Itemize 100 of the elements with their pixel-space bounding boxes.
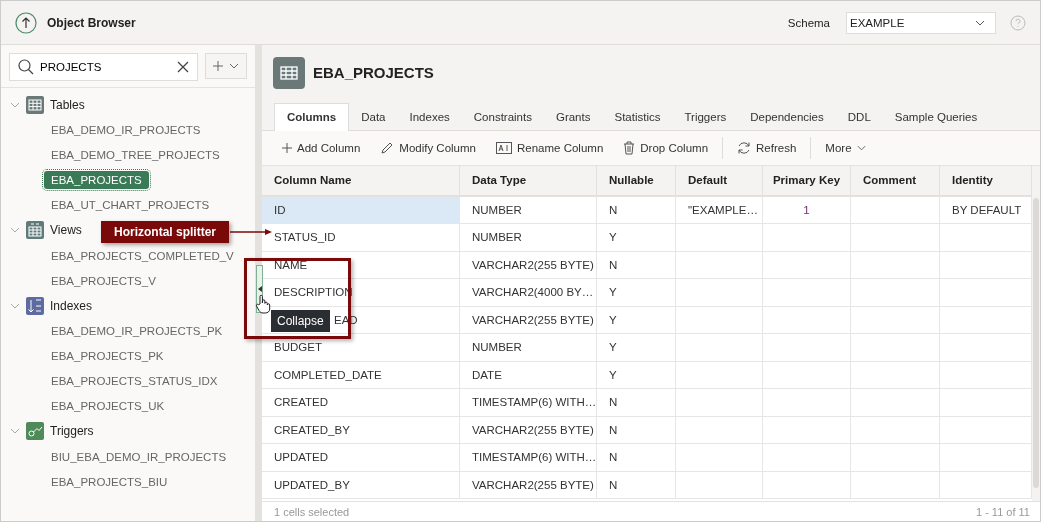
table-cell-text: VARCHAR2(4000 BY… bbox=[472, 285, 594, 301]
tree-item[interactable]: EBA_PROJECTS_BIU bbox=[44, 472, 175, 491]
chevron-down-icon bbox=[975, 19, 985, 26]
table-cell-text: "EXAMPLE… bbox=[688, 202, 758, 218]
table-icon bbox=[26, 95, 44, 114]
column-header[interactable]: Default bbox=[676, 165, 763, 195]
tree-item[interactable]: EBA_PROJECTS_UK bbox=[44, 397, 172, 415]
tree-item[interactable]: EBA_PROJECTS_PK bbox=[44, 347, 171, 365]
page-title: Object Browser bbox=[47, 15, 136, 30]
table-cell: ID bbox=[262, 196, 459, 223]
table-cell-text: Y bbox=[609, 230, 617, 246]
plus-icon bbox=[282, 142, 292, 153]
plus-icon bbox=[213, 61, 223, 71]
sort-icon bbox=[26, 296, 44, 315]
table-cell-text: NUMBER bbox=[472, 340, 522, 356]
search-field[interactable]: PROJECTS bbox=[9, 53, 198, 81]
tree-item[interactable]: EBA_DEMO_IR_PROJECTS_PK bbox=[44, 322, 230, 340]
chevron-down-icon bbox=[856, 144, 866, 151]
tree-item[interactable]: EBA_PROJECTS_V bbox=[44, 271, 163, 290]
table-cell-text: 1 bbox=[803, 202, 810, 218]
schema-label: Schema bbox=[787, 16, 830, 29]
table-cell-text: UPDATED bbox=[274, 450, 329, 466]
callout-label: Horizontal splitter bbox=[101, 221, 229, 243]
object-title: EBA_PROJECTS bbox=[313, 64, 434, 82]
pencil-icon bbox=[380, 140, 395, 155]
table-cell-text: TIMESTAMP(6) WITH… bbox=[472, 395, 597, 411]
tree-item[interactable]: EBA_PROJECTS bbox=[44, 171, 149, 189]
table-cell-text: Y bbox=[609, 340, 617, 356]
table-cell-text: UPDATED_BY bbox=[274, 477, 350, 493]
pagination-range: 1 - 11 of 11 bbox=[975, 505, 1030, 518]
column-header[interactable]: Comment bbox=[851, 165, 940, 195]
tab[interactable]: Data bbox=[349, 103, 398, 130]
table-cell-text: Y bbox=[609, 367, 617, 383]
tab[interactable]: Grants bbox=[543, 103, 603, 130]
table-cell-text: Y bbox=[609, 285, 617, 301]
selection-count: 1 cells selected bbox=[274, 505, 350, 518]
refresh-icon bbox=[737, 140, 752, 155]
table-cell-text: BUDGET bbox=[274, 340, 322, 356]
table-cell-text: N bbox=[609, 450, 618, 466]
table-cell-text: BY DEFAULT bbox=[952, 202, 1022, 218]
table-cell-text: DATE bbox=[472, 367, 502, 383]
toolbar-button[interactable]: Add Column bbox=[282, 141, 361, 154]
chevron-down-icon bbox=[229, 63, 239, 69]
close-icon[interactable] bbox=[177, 61, 189, 73]
table-cell-text: CREATED bbox=[274, 395, 329, 411]
toolbar-button[interactable]: Rename Column bbox=[496, 141, 604, 154]
table-cell-text: TIMESTAMP(6) WITH… bbox=[472, 450, 597, 466]
tree-item[interactable]: EBA_UT_CHART_PROJECTS bbox=[44, 196, 217, 214]
column-header[interactable]: Column Name bbox=[262, 165, 460, 195]
tab[interactable]: Constraints bbox=[461, 103, 544, 130]
toolbar-button[interactable]: Refresh bbox=[737, 140, 797, 155]
table-cell-text: CREATED_BY bbox=[274, 422, 350, 438]
search-input[interactable]: PROJECTS bbox=[40, 61, 171, 73]
text-field-icon bbox=[496, 141, 512, 154]
table-cell-text: N bbox=[609, 422, 618, 438]
table-cell-text: N bbox=[609, 477, 618, 493]
trash-icon bbox=[623, 140, 636, 155]
tree-group-label[interactable]: Triggers bbox=[50, 424, 94, 439]
table-cell-text: N bbox=[609, 395, 618, 411]
tree-item[interactable]: BIU_EBA_DEMO_IR_PROJECTS bbox=[44, 447, 234, 466]
table-cell-text: NUMBER bbox=[472, 230, 522, 246]
table-cell-text: NUMBER bbox=[472, 202, 522, 218]
column-header[interactable]: Data Type bbox=[460, 165, 597, 195]
add-menu-button[interactable] bbox=[205, 53, 247, 79]
tree-item[interactable]: EBA_DEMO_TREE_PROJECTS bbox=[44, 146, 227, 164]
table-cell-text: VARCHAR2(255 BYTE) bbox=[472, 257, 594, 273]
toolbar-button[interactable]: More bbox=[825, 141, 866, 154]
toolbar-button[interactable]: Drop Column bbox=[623, 140, 709, 155]
table-cell-text: COMPLETED_DATE bbox=[274, 367, 382, 383]
tab[interactable]: Statistics bbox=[602, 103, 673, 130]
tab[interactable]: Triggers bbox=[672, 103, 739, 130]
tree-item[interactable]: EBA_PROJECTS_COMPLETED_V bbox=[44, 246, 241, 265]
column-header[interactable]: Identity bbox=[940, 165, 1032, 195]
table-icon bbox=[273, 56, 305, 89]
table-cell-text: STATUS_ID bbox=[274, 230, 336, 246]
table-cell-text: VARCHAR2(255 BYTE) bbox=[472, 422, 594, 438]
tree-group-label[interactable]: Indexes bbox=[50, 298, 93, 313]
search-icon bbox=[18, 59, 34, 75]
column-header[interactable]: Nullable bbox=[597, 165, 676, 195]
tab[interactable]: Indexes bbox=[397, 103, 462, 130]
tab[interactable]: Sample Queries bbox=[882, 103, 990, 130]
table-cell-text: N bbox=[609, 257, 618, 273]
grid-icon bbox=[26, 221, 44, 240]
tree-item[interactable]: EBA_PROJECTS_STATUS_IDX bbox=[44, 372, 225, 390]
tab[interactable]: Columns bbox=[274, 102, 350, 131]
arrow bbox=[230, 228, 272, 236]
tab[interactable]: Dependencies bbox=[738, 103, 836, 130]
toolbar-button[interactable]: Modify Column bbox=[380, 140, 476, 155]
link-icon bbox=[26, 422, 44, 441]
table-cell-text: NAME bbox=[274, 257, 308, 273]
schema-select[interactable]: EXAMPLE bbox=[846, 11, 996, 34]
tree-group-label[interactable]: Tables bbox=[50, 97, 85, 112]
tab[interactable]: DDL bbox=[835, 103, 883, 130]
tree-group-label[interactable]: Views bbox=[50, 223, 82, 238]
column-header[interactable]: Primary Key bbox=[763, 165, 851, 195]
tooltip: Collapse bbox=[271, 310, 330, 332]
tree-item[interactable]: EBA_DEMO_IR_PROJECTS bbox=[44, 121, 208, 139]
table-cell-text: VARCHAR2(255 BYTE) bbox=[472, 312, 594, 328]
help-icon[interactable] bbox=[1010, 14, 1026, 31]
table-cell-text: Y bbox=[609, 312, 617, 328]
